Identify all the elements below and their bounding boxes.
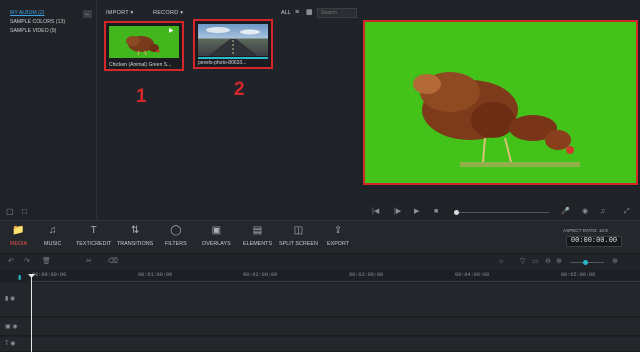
- undo-icon[interactable]: ↶: [8, 258, 14, 266]
- collapse-library-button[interactable]: ←: [83, 10, 92, 18]
- video-icon: ▶: [169, 28, 174, 34]
- library-panel: MY ALBUM (2) SAMPLE COLORS (13) SAMPLE V…: [0, 0, 97, 220]
- elements-icon: ▤: [252, 225, 263, 236]
- zoom-in-icon[interactable]: ⊕: [556, 258, 562, 266]
- annotation-1: 1: [136, 86, 147, 107]
- tab-elements[interactable]: ▤ ELEMENTS: [243, 225, 272, 247]
- media-clip-road[interactable]: pexels-photo-80633...: [193, 19, 273, 69]
- tab-transitions[interactable]: ⇅ TRANSITIONS: [117, 225, 153, 247]
- fullscreen-icon[interactable]: ⤢: [624, 208, 630, 216]
- tab-overlays[interactable]: ▣ OVERLAYS: [202, 225, 231, 247]
- video-track[interactable]: ▮ ◉: [0, 283, 640, 317]
- timecode-display: 00:00:00.00: [566, 236, 622, 247]
- tab-filters[interactable]: ◯ FILTERS: [165, 225, 187, 247]
- delete-icon[interactable]: 🗑: [42, 258, 51, 266]
- clip-thumbnail: [198, 24, 268, 56]
- zoom-plus-icon[interactable]: ⊕: [612, 258, 618, 266]
- trash-icon[interactable]: ⌫: [108, 258, 118, 266]
- rewind-icon[interactable]: |◀: [372, 208, 379, 216]
- album-sample-video[interactable]: SAMPLE VIDEO (9): [10, 28, 56, 34]
- split-screen-icon: ◫: [293, 225, 304, 236]
- filters-icon: ◯: [170, 225, 182, 236]
- clip-label: Chicken (Animal) Green S...: [109, 62, 172, 68]
- aspect-ratio-label: ASPECT RATIO: 16:9: [563, 228, 608, 233]
- export-icon: ⇪: [333, 225, 343, 236]
- play-icon[interactable]: ▶: [414, 208, 419, 216]
- record-menu[interactable]: RECORD ▾: [153, 10, 183, 16]
- snapshot-icon[interactable]: ◉: [582, 208, 588, 216]
- microphone-icon[interactable]: 🎤: [561, 208, 570, 216]
- playhead[interactable]: [31, 276, 32, 352]
- zoom-out-icon[interactable]: ⊖: [545, 258, 551, 266]
- tab-media[interactable]: 📁 MEDIA: [10, 225, 27, 247]
- media-panel: IMPORT ▾ RECORD ▾ ▶ Chicken (Animal) Gre…: [98, 0, 360, 220]
- volume-icon[interactable]: ♫: [600, 208, 605, 216]
- folder-icon[interactable]: □: [22, 208, 32, 216]
- tick-label: 00:03:00:00: [349, 272, 384, 278]
- tick-label: 00:01:00:00: [138, 272, 173, 278]
- module-toolbar: 📁 MEDIA ♫ MUSIC T TEXT/CREDIT ⇅ TRANSITI…: [0, 220, 640, 254]
- tab-split-screen[interactable]: ◫ SPLIT SCREEN: [279, 225, 318, 247]
- tick-label: 00:05:00:00: [561, 272, 596, 278]
- timeline-toolbar: [0, 254, 640, 270]
- preview-viewer: [363, 20, 638, 185]
- media-clip-chicken[interactable]: ▶ Chicken (Animal) Green S...: [104, 21, 184, 71]
- text-track-icon: T ◉: [5, 341, 16, 347]
- transitions-icon: ⇅: [130, 225, 140, 236]
- list-view-icon[interactable]: ≡: [295, 9, 303, 17]
- video-track-icon: ▮ ◉: [5, 296, 16, 302]
- timeline-ruler[interactable]: [30, 270, 640, 282]
- annotation-2: 2: [234, 79, 245, 100]
- album-sample-colors[interactable]: SAMPLE COLORS (13): [10, 19, 65, 25]
- clip-usage-bar: [198, 57, 268, 59]
- fit-icon[interactable]: ▭: [532, 258, 539, 266]
- redo-icon[interactable]: ↷: [24, 258, 30, 266]
- step-back-icon[interactable]: |▶: [394, 208, 401, 216]
- preview-progress-handle[interactable]: [454, 210, 459, 215]
- music-icon: ♫: [48, 225, 57, 236]
- text-track[interactable]: T ◉: [0, 337, 640, 352]
- text-icon: T: [90, 225, 97, 236]
- tick-label: 00:04:00:00: [455, 272, 490, 278]
- import-menu[interactable]: IMPORT ▾: [106, 10, 134, 16]
- grid-view-icon[interactable]: ▦: [306, 9, 314, 17]
- render-icon[interactable]: ☼: [498, 258, 504, 266]
- tab-export[interactable]: ⇪ EXPORT: [327, 225, 349, 247]
- cut-icon[interactable]: ✂: [86, 258, 92, 266]
- stop-icon[interactable]: ■: [434, 208, 438, 216]
- tick-label: 00:00:00:00: [32, 272, 67, 278]
- track-lock-icon[interactable]: ▮: [18, 274, 21, 281]
- album-my-album[interactable]: MY ALBUM (2): [10, 10, 45, 16]
- tab-text-credit[interactable]: T TEXT/CREDIT: [76, 225, 111, 247]
- zoom-slider-handle[interactable]: [583, 260, 588, 265]
- search-input[interactable]: [317, 8, 357, 18]
- overlay-track-icon: ▣ ◉: [5, 324, 18, 330]
- marker-icon[interactable]: ▽: [520, 258, 525, 266]
- add-folder-icon[interactable]: ▢: [6, 208, 16, 216]
- clip-label: pexels-photo-80633...: [198, 60, 247, 66]
- overlays-icon: ▣: [211, 225, 222, 236]
- filter-all-dropdown[interactable]: ALL: [281, 10, 291, 16]
- overlay-track[interactable]: ▣ ◉: [0, 318, 640, 336]
- media-icon: 📁: [12, 225, 25, 236]
- tab-music[interactable]: ♫ MUSIC: [44, 225, 61, 247]
- preview-progress-track[interactable]: [457, 212, 549, 213]
- tick-label: 00:02:00:00: [243, 272, 278, 278]
